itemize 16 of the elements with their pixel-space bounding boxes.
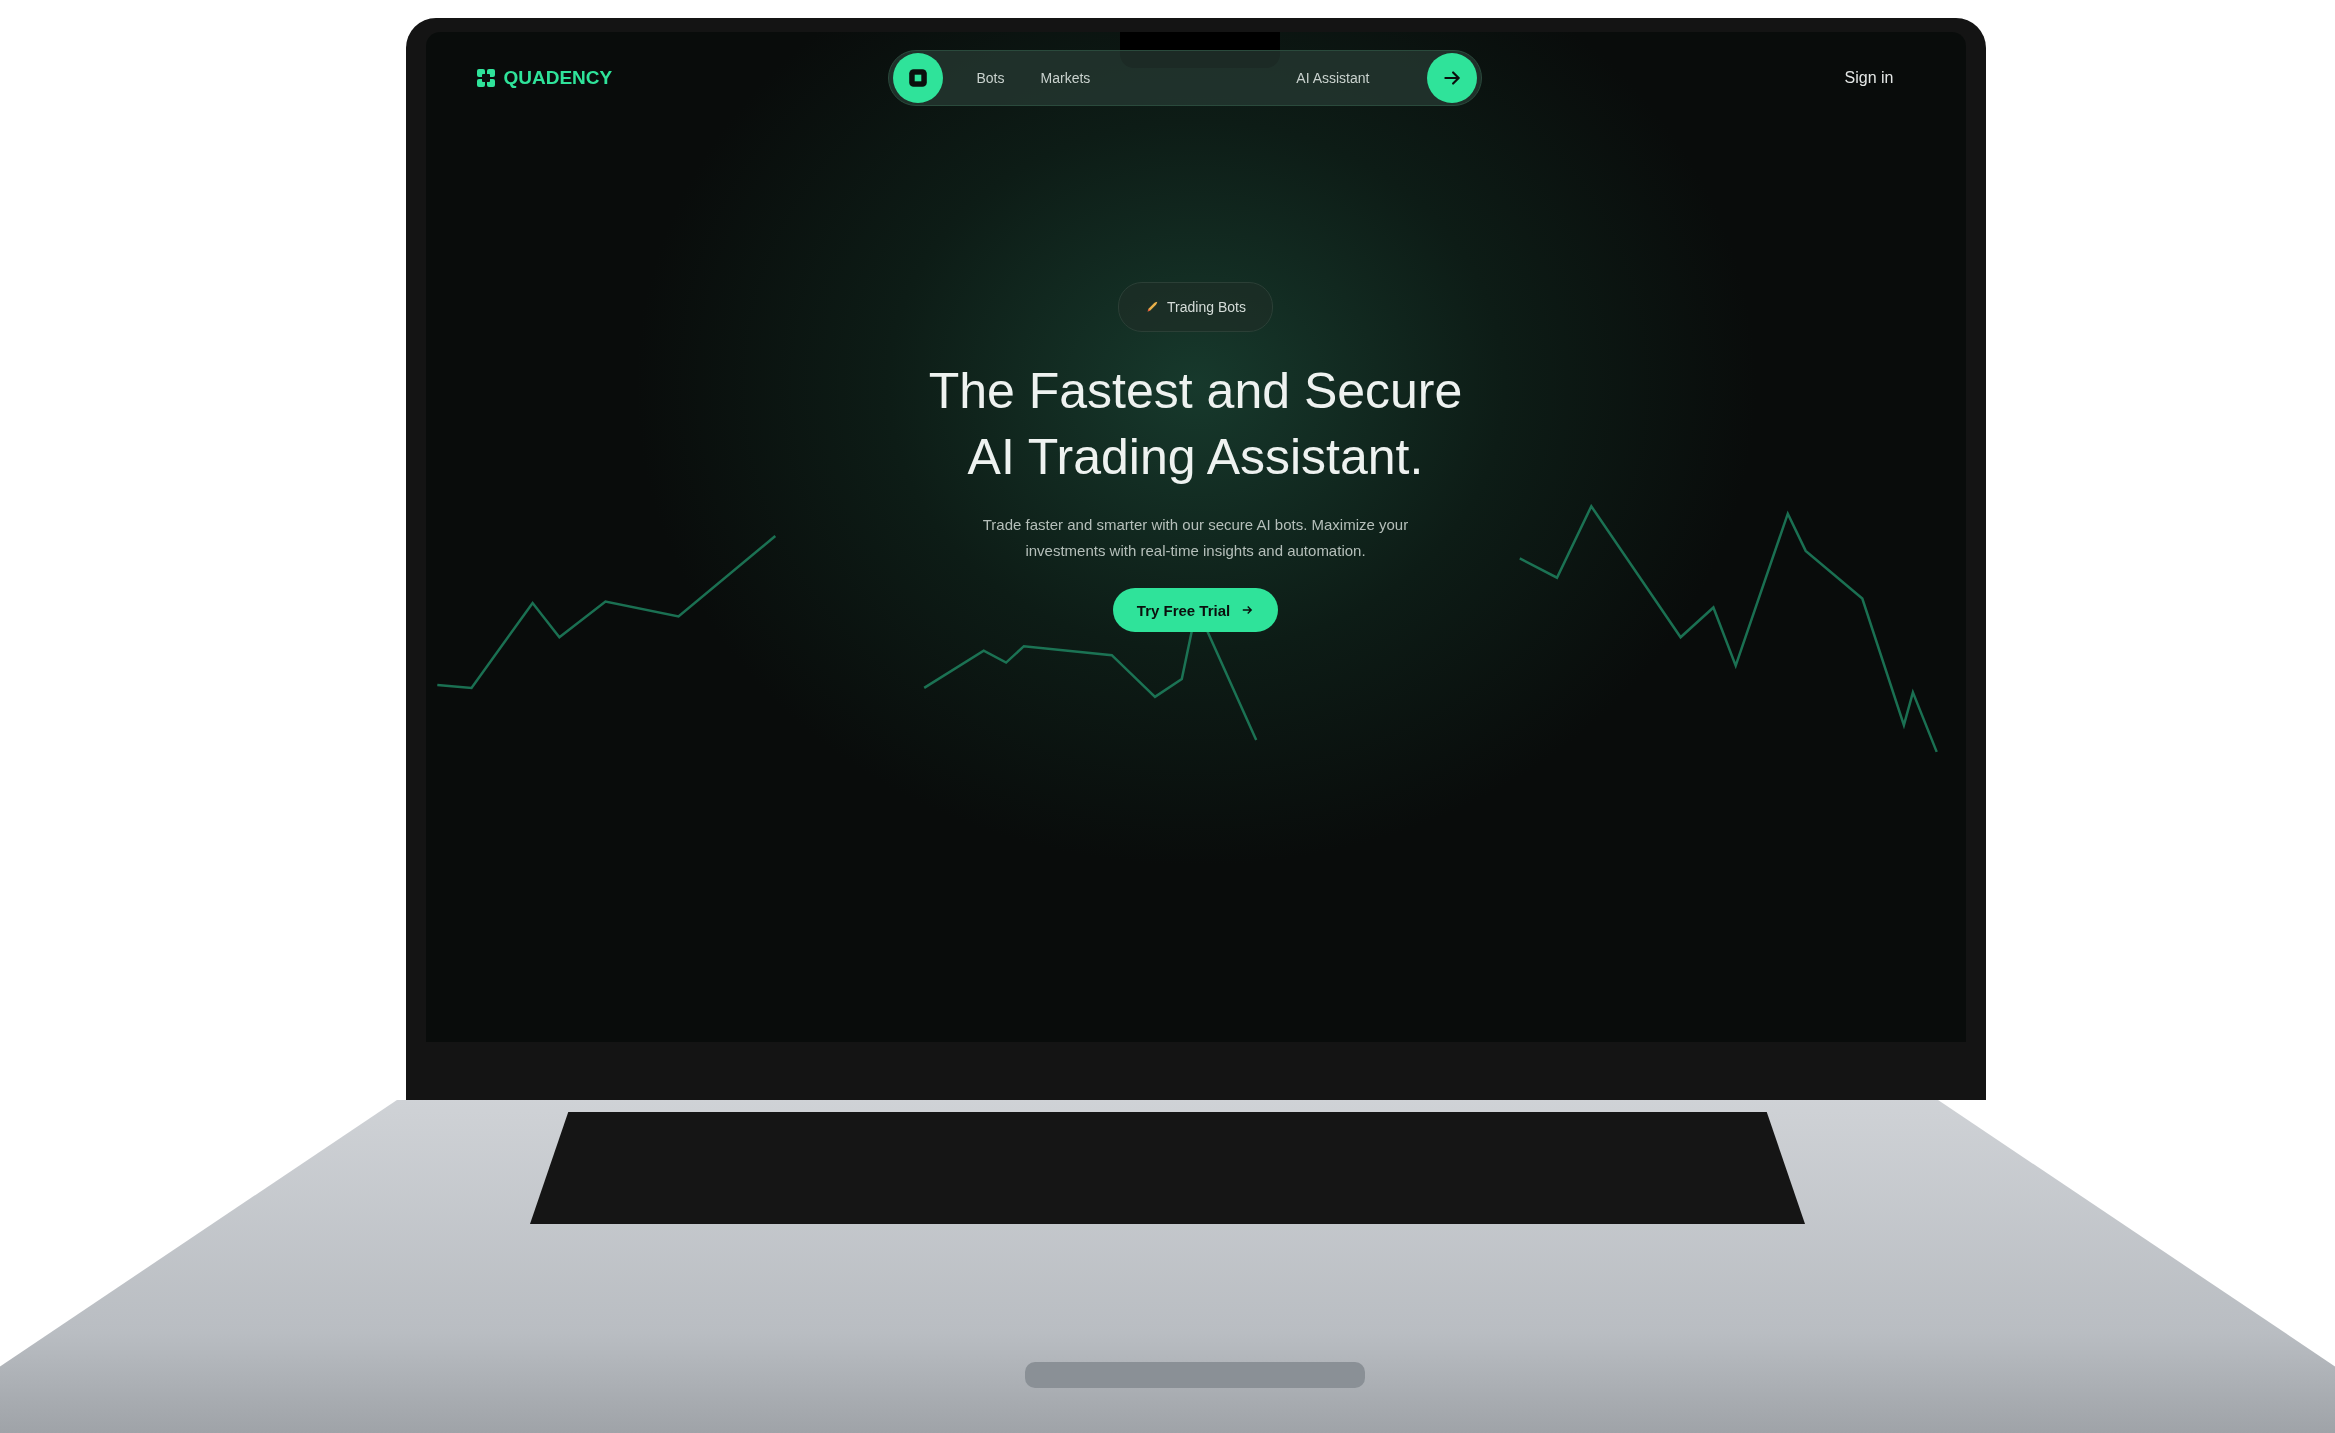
arrow-right-icon: [1240, 603, 1255, 617]
hero-subtitle: Trade faster and smarter with our secure AI bots. Maximize your: [982, 515, 1409, 535]
brand-name: QUADENCY: [503, 67, 613, 89]
hero-heading: The Fastest and Secure: [928, 362, 1463, 421]
logo-icon: [906, 67, 929, 89]
free-trial-button[interactable]: Try Free Trial: [1112, 588, 1279, 632]
badge-label: Trading Bots: [1167, 299, 1246, 315]
hero-subtitle: investments with real-time insights and automation.: [1025, 541, 1366, 561]
nav-link[interactable]: Markets: [1040, 70, 1091, 86]
nav-link[interactable]: AI Assistant: [1296, 70, 1370, 86]
sign-in-link[interactable]: Sign in: [1613, 69, 1894, 87]
arrow-button[interactable]: [1426, 53, 1477, 103]
home-button[interactable]: [892, 53, 943, 103]
logo-icon: [475, 68, 496, 88]
nav-link[interactable]: Bots: [976, 70, 1005, 86]
hero-heading: AI Trading Assistant.: [967, 428, 1424, 487]
